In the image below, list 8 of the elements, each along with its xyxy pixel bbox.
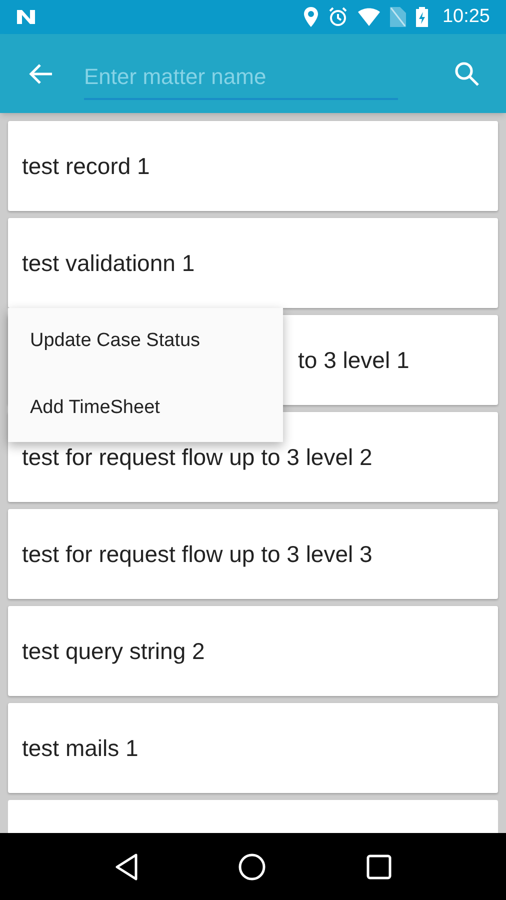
matter-name: test for request flow up to 3 level 3 [22,540,372,569]
matter-name: test query string 2 [22,636,205,666]
matter-name: test for request flow up to 3 level 2 [22,442,372,472]
matter-name: test validationn 1 [22,248,195,278]
clock-time: 10:25 [442,4,490,29]
matter-name: test record 1 [22,152,150,181]
matter-name: test mails 1 [22,734,138,763]
matter-name: to 3 level 1 [298,346,410,375]
